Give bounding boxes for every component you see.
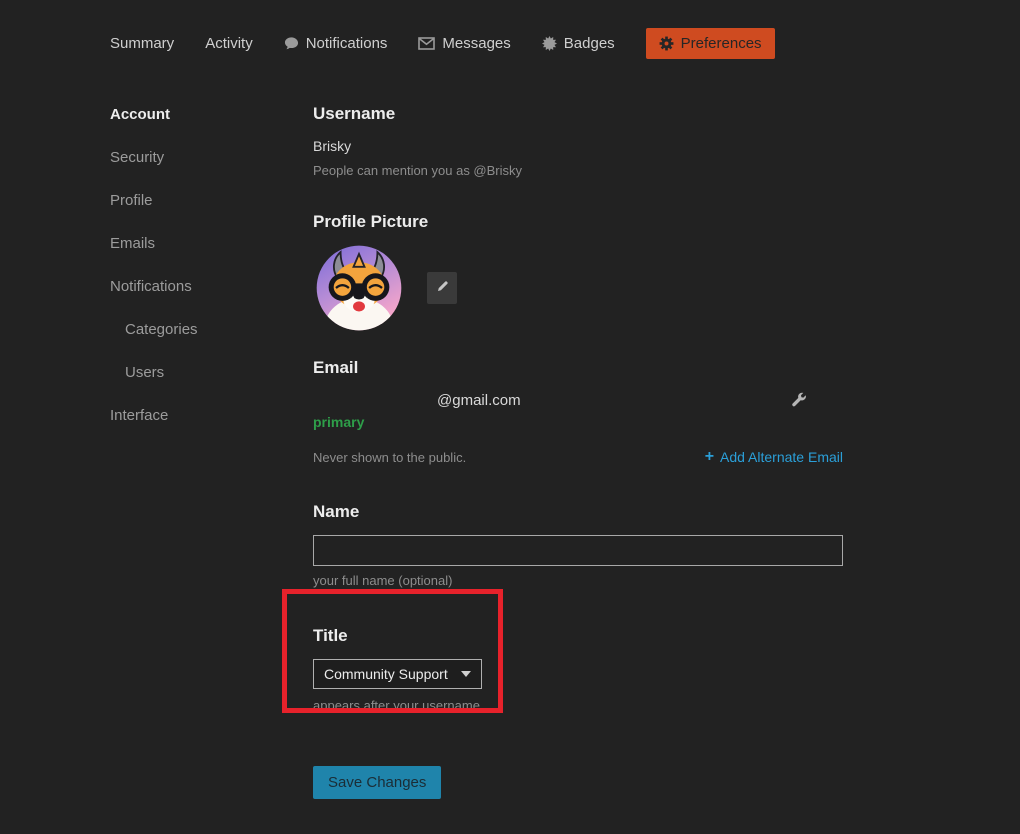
avatar-row xyxy=(313,242,843,334)
tab-badges[interactable]: Badges xyxy=(542,29,615,58)
title-heading: Title xyxy=(313,625,843,647)
title-hint: appears after your username xyxy=(313,698,843,713)
badge-icon xyxy=(542,36,557,51)
tab-badges-label: Badges xyxy=(564,35,615,52)
pencil-icon xyxy=(435,279,450,297)
sidebar-item-interface[interactable]: Interface xyxy=(110,394,280,437)
tab-summary-label: Summary xyxy=(110,35,174,52)
tab-preferences[interactable]: Preferences xyxy=(646,28,775,59)
comment-icon xyxy=(284,36,299,51)
tab-notifications[interactable]: Notifications xyxy=(284,29,388,58)
user-nav: Summary Activity Notifications Messages … xyxy=(110,28,775,59)
preferences-page: Summary Activity Notifications Messages … xyxy=(0,0,1020,834)
email-note-row: Never shown to the public. + Add Alterna… xyxy=(313,449,843,465)
title-dropdown[interactable]: Community Support xyxy=(313,659,482,689)
sidebar-item-label: Account xyxy=(110,106,170,123)
sidebar-item-security[interactable]: Security xyxy=(110,136,280,179)
email-settings-button[interactable] xyxy=(791,391,807,410)
envelope-icon xyxy=(418,37,435,50)
name-input[interactable] xyxy=(313,535,843,566)
add-alternate-email-label: Add Alternate Email xyxy=(720,449,843,465)
sidebar-item-label: Profile xyxy=(110,192,153,209)
name-heading: Name xyxy=(313,501,843,523)
tab-activity[interactable]: Activity xyxy=(205,29,253,58)
username-value: Brisky xyxy=(313,138,843,154)
username-heading: Username xyxy=(313,103,843,125)
sidebar-item-profile[interactable]: Profile xyxy=(110,179,280,222)
plus-icon: + xyxy=(705,450,714,464)
tab-messages[interactable]: Messages xyxy=(418,29,510,58)
account-settings: Username Brisky People can mention you a… xyxy=(313,103,843,799)
sidebar-item-account[interactable]: Account xyxy=(110,93,280,136)
tab-messages-label: Messages xyxy=(442,35,510,52)
sidebar-item-label: Interface xyxy=(110,407,168,424)
sidebar-item-notifications[interactable]: Notifications xyxy=(110,265,280,308)
add-alternate-email-link[interactable]: + Add Alternate Email xyxy=(705,449,843,465)
email-row: @gmail.com xyxy=(313,391,843,410)
sidebar-item-label: Notifications xyxy=(110,278,192,295)
sidebar-item-label: Emails xyxy=(110,235,155,252)
email-hint: Never shown to the public. xyxy=(313,450,466,465)
email-heading: Email xyxy=(313,357,843,379)
tab-activity-label: Activity xyxy=(205,35,253,52)
title-selected-value: Community Support xyxy=(324,666,448,682)
tab-summary[interactable]: Summary xyxy=(110,29,174,58)
email-primary-badge: primary xyxy=(313,414,843,430)
sidebar-item-categories[interactable]: Categories xyxy=(110,308,280,351)
email-value: @gmail.com xyxy=(313,392,521,409)
chevron-down-icon xyxy=(461,671,471,677)
name-hint: your full name (optional) xyxy=(313,573,843,588)
tab-preferences-label: Preferences xyxy=(681,35,762,52)
sidebar-item-label: Security xyxy=(110,149,164,166)
profile-picture-heading: Profile Picture xyxy=(313,211,843,233)
edit-avatar-button[interactable] xyxy=(427,272,457,304)
sidebar-item-label: Users xyxy=(125,364,164,381)
sidebar-item-emails[interactable]: Emails xyxy=(110,222,280,265)
preferences-sidebar: Account Security Profile Emails Notifica… xyxy=(110,93,280,437)
sidebar-item-label: Categories xyxy=(125,321,198,338)
sidebar-item-users[interactable]: Users xyxy=(110,351,280,394)
username-hint: People can mention you as @Brisky xyxy=(313,163,843,178)
avatar xyxy=(313,242,405,334)
wrench-icon xyxy=(791,391,807,410)
tab-notifications-label: Notifications xyxy=(306,35,388,52)
gear-icon xyxy=(659,36,674,51)
save-changes-button[interactable]: Save Changes xyxy=(313,766,441,799)
